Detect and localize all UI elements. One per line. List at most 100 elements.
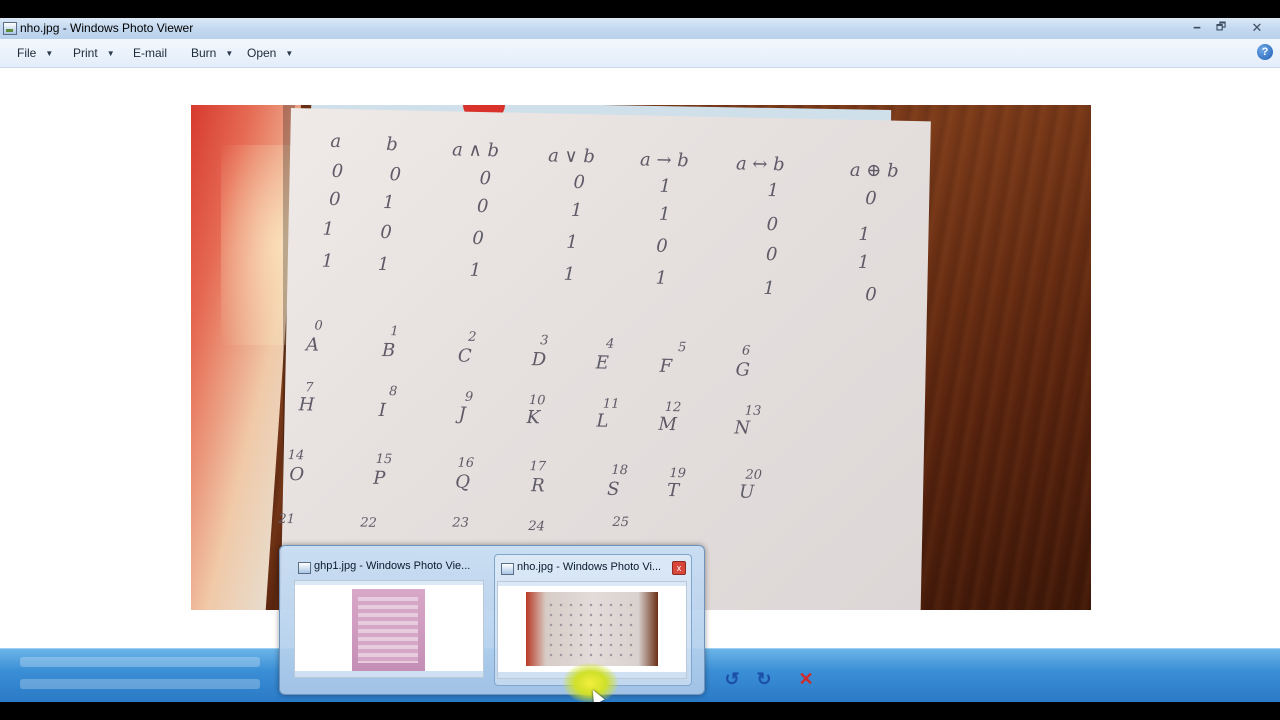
letter-number: 25 — [612, 514, 630, 531]
chevron-down-icon: ▼ — [225, 49, 234, 58]
table-cell: 1 — [377, 253, 390, 276]
taskbar-blur — [20, 679, 260, 689]
photo-viewer-window: nho.jpg - Windows Photo Viewer 🗕 🗗 ✕ Fil… — [0, 18, 1280, 702]
rotate-left-button[interactable]: ↺ — [721, 668, 743, 690]
help-icon[interactable]: ? — [1257, 44, 1273, 60]
table-header: a → b — [639, 149, 689, 172]
menu-print-label: Print — [73, 46, 98, 60]
letter: T — [666, 479, 680, 502]
chevron-down-icon: ▼ — [106, 49, 115, 58]
thumbnail-preview — [294, 580, 484, 678]
photo-viewer-icon — [298, 562, 311, 574]
menu-email[interactable]: E-mail — [133, 46, 167, 60]
table-cell: 1 — [858, 223, 871, 246]
table-cell: 0 — [331, 160, 344, 183]
title-bar: nho.jpg - Windows Photo Viewer 🗕 🗗 ✕ — [0, 18, 1280, 40]
letter: H — [298, 394, 315, 416]
table-cell: 0 — [389, 164, 402, 186]
table-cell: 0 — [766, 213, 779, 236]
thumbnail-close-button[interactable]: x — [672, 561, 686, 575]
letter-number: 6 — [741, 343, 751, 359]
letter-number: 17 — [529, 459, 547, 475]
table-cell: 1 — [570, 199, 583, 222]
letter-number: 20 — [745, 467, 763, 483]
thumbnail-title: nho.jpg - Windows Photo Vi... — [517, 561, 662, 573]
menu-bar: File ▼ Print ▼ E-mail Burn ▼ Open ▼ ? — [0, 39, 1280, 68]
table-cell: 1 — [763, 277, 775, 300]
letter: O — [289, 464, 305, 486]
menu-file[interactable]: File ▼ — [17, 46, 53, 60]
table-cell: 1 — [566, 231, 578, 254]
menu-print[interactable]: Print ▼ — [73, 46, 115, 60]
table-cell: 1 — [767, 179, 780, 202]
table-cell: 1 — [655, 267, 668, 289]
displayed-photo: a b a ∧ b a ∨ b a → b a ↔ b a ⊕ b 0 0 0 … — [191, 105, 1091, 610]
photo-viewer-icon — [501, 563, 514, 575]
table-cell: 0 — [865, 188, 877, 210]
table-cell: 0 — [655, 235, 668, 257]
letter-number: 7 — [304, 380, 314, 396]
letter-number: 12 — [664, 399, 682, 416]
preview-toolbar — [295, 581, 483, 585]
letter: F — [659, 355, 673, 378]
table-cell: 1 — [321, 250, 334, 272]
letter: P — [373, 467, 386, 490]
menu-email-label: E-mail — [133, 46, 168, 60]
table-cell: 0 — [864, 284, 877, 306]
letter: M — [658, 413, 678, 436]
maximize-button[interactable]: 🗗 — [1208, 19, 1234, 36]
letter-number: 21 — [278, 511, 296, 528]
letter-number: 23 — [452, 515, 470, 531]
thumbnail-title: ghp1.jpg - Windows Photo Vie... — [314, 560, 471, 572]
letter-number: 15 — [375, 451, 393, 468]
letter: D — [531, 349, 547, 371]
letter: G — [735, 359, 751, 381]
letter-number: 3 — [540, 333, 549, 349]
handwritten-paper: a b a ∧ b a ∨ b a → b a ↔ b a ⊕ b 0 0 0 … — [278, 108, 931, 610]
letter-number: 10 — [528, 393, 546, 409]
rotate-right-button[interactable]: ↻ — [753, 668, 775, 690]
letter-number: 11 — [602, 396, 620, 412]
table-header: a ∨ b — [547, 145, 596, 168]
letter-number: 0 — [314, 318, 323, 334]
table-cell: 0 — [479, 167, 492, 190]
table-cell: 0 — [380, 221, 393, 244]
letter: I — [378, 399, 387, 422]
letter-number: 19 — [669, 466, 687, 482]
letter: J — [458, 403, 467, 425]
letter-number: 1 — [390, 324, 399, 340]
table-cell: 0 — [472, 227, 484, 250]
preview-image — [526, 592, 658, 666]
letter: U — [738, 481, 755, 503]
delete-button[interactable]: ✕ — [795, 668, 817, 690]
close-button[interactable]: ✕ — [1244, 19, 1270, 36]
table-header: a ⊕ b — [849, 159, 899, 182]
letter: N — [734, 417, 751, 439]
preview-image — [352, 589, 425, 671]
minimize-button[interactable]: 🗕 — [1184, 19, 1210, 36]
table-header: a ↔ b — [735, 153, 785, 176]
table-cell: 0 — [765, 243, 778, 266]
table-header: a ∧ b — [451, 139, 500, 162]
letter: E — [595, 352, 610, 374]
table-cell: 0 — [476, 195, 489, 218]
menu-file-label: File — [17, 46, 37, 60]
letter: R — [530, 475, 545, 497]
taskbar-thumbnail-popup: ghp1.jpg - Windows Photo Vie... nho.jpg … — [279, 545, 705, 695]
table-cell: 1 — [382, 191, 395, 214]
table-header: a — [330, 130, 342, 153]
menu-burn[interactable]: Burn ▼ — [191, 46, 233, 60]
thumbnail-ghp1[interactable]: ghp1.jpg - Windows Photo Vie... — [292, 554, 488, 684]
preview-toolbar — [498, 582, 686, 586]
letter: K — [526, 407, 541, 429]
table-cell: 1 — [322, 218, 335, 240]
table-cell: 1 — [469, 259, 482, 282]
table-cell: 1 — [659, 175, 672, 197]
letter-number: 13 — [744, 403, 762, 419]
chevron-down-icon: ▼ — [45, 49, 54, 58]
letter-number: 14 — [287, 448, 305, 464]
letter-number: 8 — [388, 384, 398, 400]
table-header: b — [386, 134, 399, 156]
photo-viewer-icon — [3, 22, 17, 35]
menu-open[interactable]: Open ▼ — [247, 46, 293, 60]
